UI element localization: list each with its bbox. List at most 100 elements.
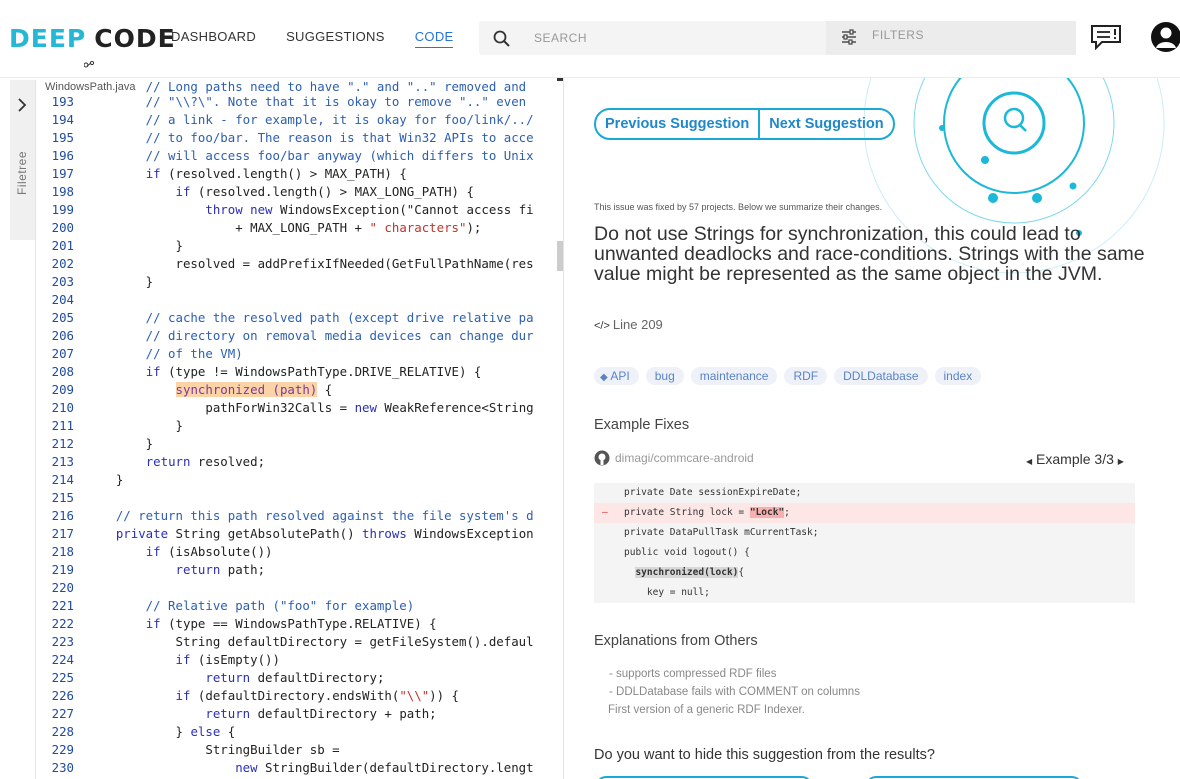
code-line: 224 if (isEmpty()): [36, 651, 534, 669]
line-number[interactable]: 206: [36, 327, 74, 345]
line-number[interactable]: 230: [36, 759, 74, 777]
tag-rdf[interactable]: RDF: [784, 367, 828, 385]
line-number[interactable]: 207: [36, 345, 74, 363]
nav-code[interactable]: CODE: [414, 29, 454, 48]
code-text: }: [86, 418, 183, 433]
line-number[interactable]: 211: [36, 417, 74, 435]
code-line: 215: [36, 489, 534, 507]
explanation-item: - supports compressed RDF files: [609, 668, 777, 680]
fixed-by-note: This issue was fixed by 57 projects. Bel…: [594, 202, 883, 212]
line-number[interactable]: 226: [36, 687, 74, 705]
code-line: 217 private String getAbsolutePath() thr…: [36, 525, 534, 543]
line-number[interactable]: 220: [36, 579, 74, 597]
line-number[interactable]: 212: [36, 435, 74, 453]
feedback-chat-icon[interactable]: [1090, 24, 1122, 55]
code-text: return path;: [175, 562, 266, 577]
filters-field[interactable]: [826, 21, 1076, 55]
chevron-right-icon[interactable]: [16, 97, 28, 118]
explanations-heading: Explanations from Others: [594, 633, 758, 649]
code-line: 214 }: [36, 471, 534, 489]
line-number[interactable]: 210: [36, 399, 74, 417]
code-line: 198 if (resolved.length() > MAX_LONG_PAT…: [36, 183, 534, 201]
tag-maintenance[interactable]: maintenance: [690, 367, 778, 385]
nav-suggestions[interactable]: SUGGESTIONS: [286, 29, 385, 48]
example-repo-link[interactable]: dimagi/commcare-android: [594, 450, 754, 466]
previous-suggestion-button[interactable]: Previous Suggestion: [596, 110, 761, 138]
line-number[interactable]: 215: [36, 489, 74, 507]
code-line: 213 return resolved;: [36, 453, 534, 471]
line-number[interactable]: 214: [36, 471, 74, 489]
line-number[interactable]: 203: [36, 273, 74, 291]
code-text: return defaultDirectory + path;: [205, 706, 437, 721]
next-suggestion-button[interactable]: Next Suggestion: [760, 110, 892, 138]
line-number[interactable]: 216: [36, 507, 74, 525]
code-text: if (type == WindowsPathType.RELATIVE) {: [145, 616, 437, 631]
code-line: 207 // of the VM): [36, 345, 534, 363]
next-example-arrow-icon[interactable]: ▶: [1118, 457, 1124, 466]
tag-api[interactable]: ◆ API: [594, 367, 639, 385]
code-line: 193 // "\\?\". Note that it is okay to r…: [36, 93, 534, 111]
user-avatar-icon[interactable]: [1150, 20, 1180, 59]
code-text: // cache the resolved path (except drive…: [86, 310, 534, 325]
code-line: 229 StringBuilder sb =: [36, 741, 534, 759]
prev-example-arrow-icon[interactable]: ◀: [1026, 457, 1032, 466]
line-number[interactable]: 193: [36, 93, 74, 111]
code-line: 216 // return this path resolved against…: [36, 507, 534, 525]
code-line: 202 resolved = addPrefixIfNeeded(GetFull…: [36, 255, 534, 273]
line-number[interactable]: 229: [36, 741, 74, 759]
code-text: pathForWin32Calls = new WeakReference<St…: [86, 400, 534, 415]
line-number[interactable]: 222: [36, 615, 74, 633]
code-text: if (isEmpty()): [175, 652, 280, 667]
line-number[interactable]: 194: [36, 111, 74, 129]
line-number[interactable]: 201: [36, 237, 74, 255]
line-number[interactable]: 200: [36, 219, 74, 237]
line-number[interactable]: 219: [36, 561, 74, 579]
code-text: if (isAbsolute()): [145, 544, 273, 559]
line-number[interactable]: 204: [36, 291, 74, 309]
line-number[interactable]: 227: [36, 705, 74, 723]
line-number[interactable]: 223: [36, 633, 74, 651]
explanations-list: - supports compressed RDF files - DDLDat…: [608, 665, 860, 719]
filters-sliders-icon[interactable]: [840, 28, 858, 51]
code-text: return resolved;: [145, 454, 266, 469]
line-number[interactable]: 217: [36, 525, 74, 543]
nav-dashboard[interactable]: DASHBOARD: [171, 29, 256, 48]
line-number[interactable]: 196: [36, 147, 74, 165]
line-number[interactable]: 218: [36, 543, 74, 561]
line-number[interactable]: 208: [36, 363, 74, 381]
tag-list: ◆ API bug maintenance RDF DDLDatabase in…: [594, 367, 982, 385]
line-number[interactable]: 202: [36, 255, 74, 273]
code-text: String defaultDirectory = getFileSystem(…: [86, 634, 534, 649]
code-line: 205 // cache the resolved path (except d…: [36, 309, 534, 327]
tag-ddldatabase[interactable]: DDLDatabase: [834, 367, 928, 385]
line-number[interactable]: 199: [36, 201, 74, 219]
tag-index[interactable]: index: [934, 367, 982, 385]
code-text: // Relative path ("foo" for example): [86, 598, 415, 613]
deepcode-logo[interactable]: DEEP CODE: [9, 24, 176, 68]
line-number[interactable]: 209: [36, 381, 74, 399]
code-text: // will access foo/bar anyway (which dif…: [86, 148, 534, 163]
line-number[interactable]: 225: [36, 669, 74, 687]
line-number[interactable]: 197: [36, 165, 74, 183]
line-number[interactable]: 213: [36, 453, 74, 471]
line-number[interactable]: 205: [36, 309, 74, 327]
line-number[interactable]: 198: [36, 183, 74, 201]
code-text: new StringBuilder(defaultDirectory.lengt: [235, 760, 534, 775]
line-number[interactable]: 221: [36, 597, 74, 615]
tag-bug[interactable]: bug: [645, 367, 684, 385]
line-number[interactable]: 224: [36, 651, 74, 669]
code-lines: 193 // "\\?\". Note that it is okay to r…: [36, 93, 534, 777]
code-text: // return this path resolved against the…: [86, 508, 534, 523]
line-number[interactable]: 228: [36, 723, 74, 741]
code-text: if (resolved.length() > MAX_LONG_PATH) {: [175, 184, 474, 199]
search-input[interactable]: SEARCH: [534, 31, 587, 45]
line-number[interactable]: 195: [36, 129, 74, 147]
code-line: 223 String defaultDirectory = getFileSys…: [36, 633, 534, 651]
line-reference[interactable]: </> Line 209: [594, 317, 663, 332]
search-icon[interactable]: [492, 29, 512, 54]
code-viewer[interactable]: WindowsPath.java // Long paths need to h…: [36, 78, 563, 779]
code-line: 203 }: [36, 273, 534, 291]
filetree-toggle[interactable]: Filetree: [10, 80, 35, 240]
filters-input[interactable]: FILTERS: [872, 28, 924, 42]
